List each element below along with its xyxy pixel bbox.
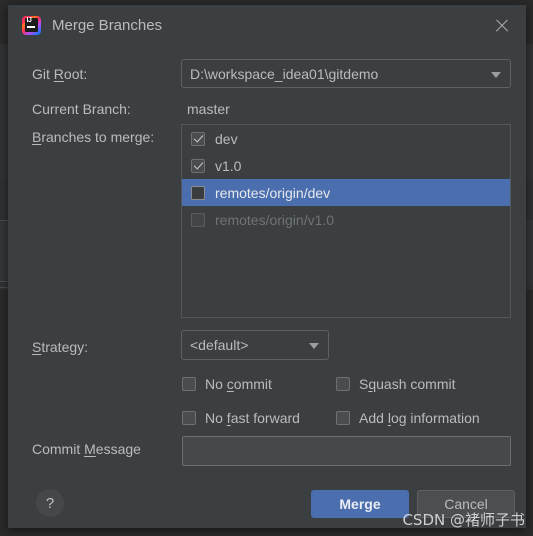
strategy-label: Strategy: bbox=[32, 339, 89, 355]
checkbox-add-log-information[interactable]: Add log information bbox=[336, 410, 480, 426]
branches-listbox[interactable]: dev v1.0 remotes/origin/dev remotes/origin/… bbox=[181, 124, 511, 318]
checkbox-box bbox=[182, 377, 196, 391]
merge-button[interactable]: Merge bbox=[311, 490, 409, 518]
chevron-down-icon bbox=[309, 343, 319, 349]
branch-label: remotes/origin/dev bbox=[215, 184, 331, 201]
current-branch-label: Current Branch: bbox=[32, 101, 131, 117]
dialog-titlebar: Merge Branches bbox=[8, 5, 526, 45]
checkbox-box bbox=[336, 411, 350, 425]
checkbox-box bbox=[182, 411, 196, 425]
branch-checkbox[interactable] bbox=[191, 185, 205, 200]
branch-row[interactable]: remotes/origin/dev bbox=[182, 179, 510, 206]
checkbox-label: No fast forward bbox=[205, 410, 300, 426]
branch-checkbox[interactable] bbox=[191, 158, 205, 173]
chevron-down-icon bbox=[491, 71, 501, 78]
strategy-combobox[interactable]: <default> bbox=[181, 330, 329, 360]
commit-message-input[interactable] bbox=[182, 436, 511, 466]
help-button[interactable]: ? bbox=[36, 489, 64, 517]
checkbox-squash-commit[interactable]: Squash commit bbox=[336, 376, 456, 392]
branch-row[interactable]: v1.0 bbox=[182, 152, 510, 179]
git-root-label: Git Root: bbox=[32, 66, 88, 82]
csdn-watermark: CSDN @褚师子书 bbox=[402, 511, 525, 529]
git-root-value: D:\workspace_idea01\gitdemo bbox=[190, 65, 379, 82]
branch-label: v1.0 bbox=[215, 157, 242, 174]
branch-row[interactable]: remotes/origin/v1.0 bbox=[182, 206, 510, 233]
screen: Merge Branches Git Root: D:\workspace_id… bbox=[0, 0, 533, 536]
branch-row[interactable]: dev bbox=[182, 125, 510, 152]
branch-checkbox[interactable] bbox=[191, 212, 205, 227]
checkbox-label: Squash commit bbox=[359, 376, 456, 392]
merge-branches-dialog: Merge Branches Git Root: D:\workspace_id… bbox=[8, 5, 526, 528]
checkbox-box bbox=[336, 377, 350, 391]
git-root-combobox[interactable]: D:\workspace_idea01\gitdemo bbox=[181, 59, 511, 88]
branches-to-merge-label: Branches to merge: bbox=[32, 129, 155, 145]
strategy-value: <default> bbox=[190, 337, 249, 353]
dialog-title: Merge Branches bbox=[52, 17, 163, 34]
branch-label: remotes/origin/v1.0 bbox=[215, 211, 335, 228]
close-icon[interactable] bbox=[492, 16, 512, 36]
commit-message-label: Commit Message bbox=[32, 441, 141, 457]
current-branch-value: master bbox=[187, 101, 230, 117]
checkbox-label: Add log information bbox=[359, 410, 480, 426]
branch-checkbox[interactable] bbox=[191, 131, 205, 146]
checkbox-label: No commit bbox=[205, 376, 272, 392]
checkbox-no-fast-forward[interactable]: No fast forward bbox=[182, 410, 300, 426]
checkbox-no-commit[interactable]: No commit bbox=[182, 376, 272, 392]
branch-label: dev bbox=[215, 130, 238, 147]
intellij-idea-icon bbox=[22, 16, 41, 35]
